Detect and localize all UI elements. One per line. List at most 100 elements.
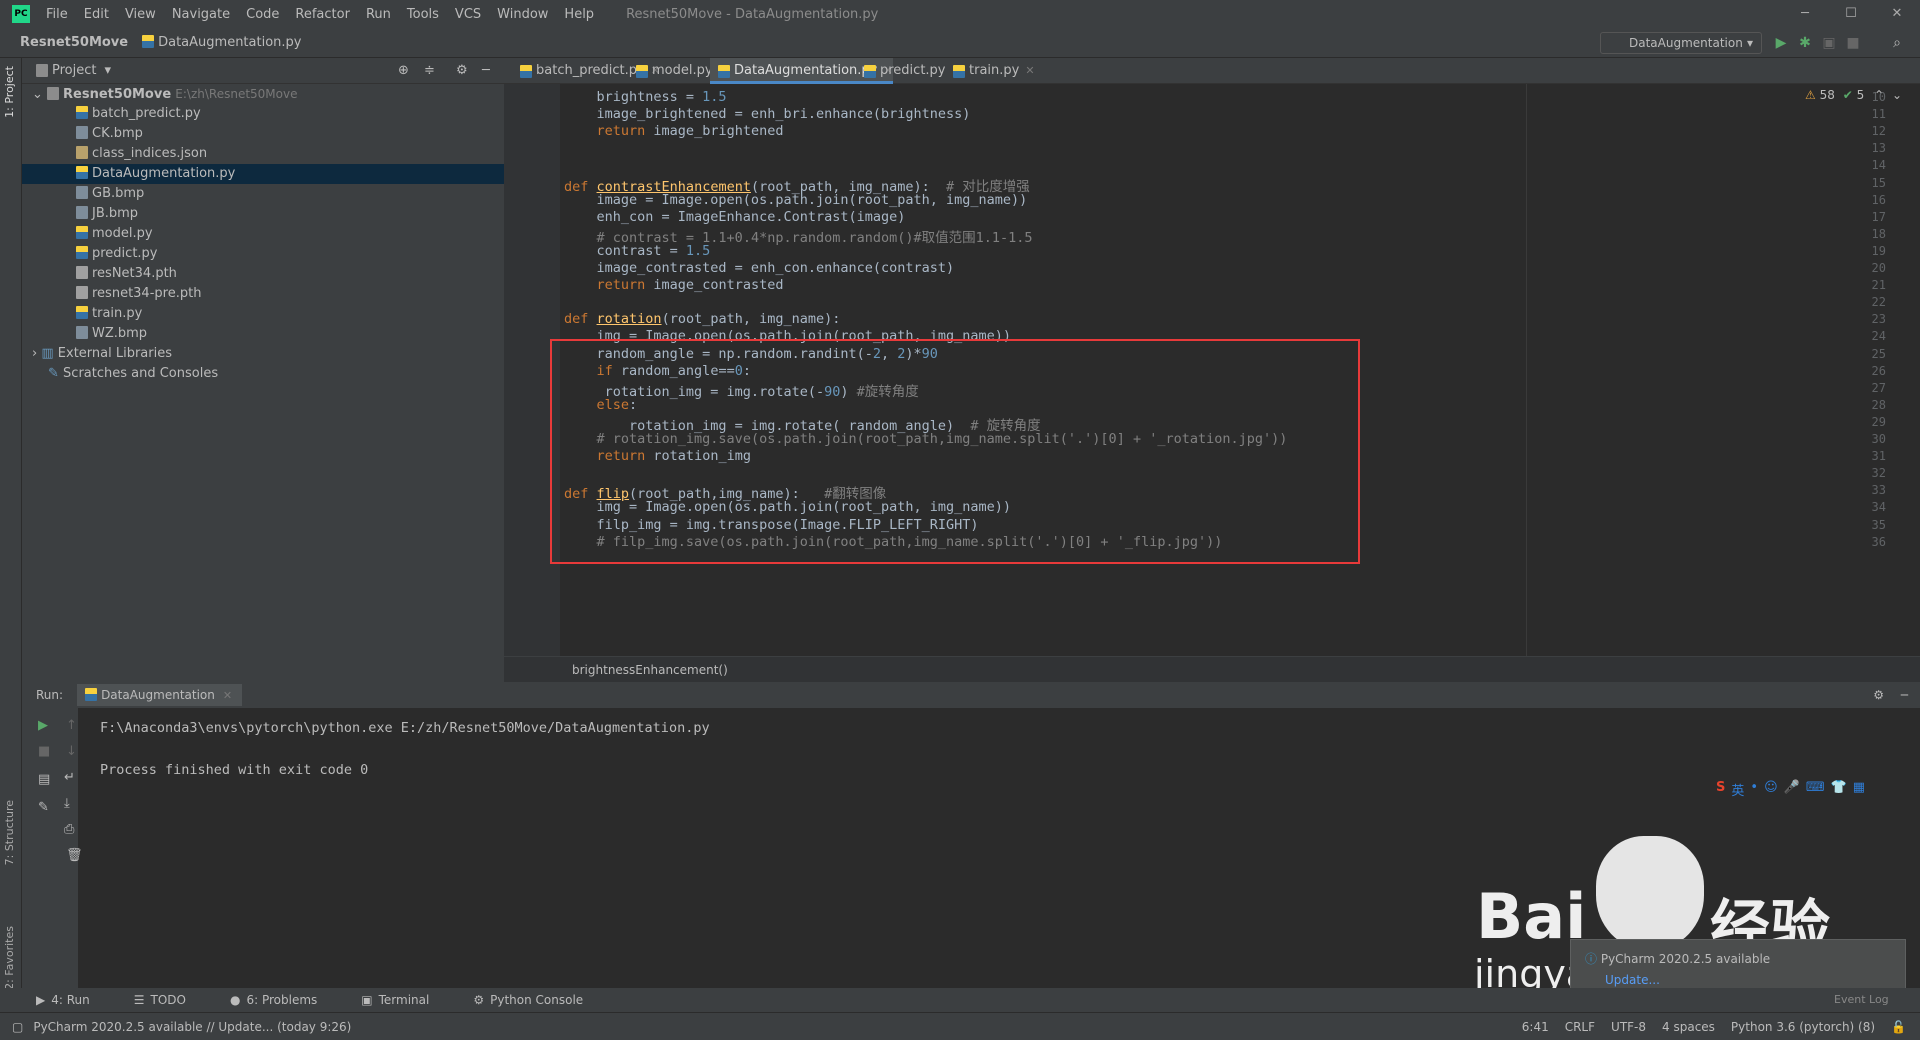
breadcrumb-file[interactable]: DataAugmentation.py (128, 35, 301, 50)
project-panel: Project ▾ ⊕ ≑ ⚙ ─ ⌄ Resnet50Move E:\zh\R… (22, 58, 504, 682)
file-name: batch_predict.py (92, 106, 201, 121)
structure-tool-tab[interactable]: 7: Structure (3, 800, 16, 865)
tree-file[interactable]: CK.bmp (22, 124, 504, 144)
tree-external-libraries[interactable]: › ▥ External Libraries (22, 344, 504, 364)
tree-file[interactable]: batch_predict.py (22, 104, 504, 124)
status-bar: ▢ PyCharm 2020.2.5 available // Update..… (0, 1012, 1920, 1040)
output-line: Process finished with exit code 0 (100, 762, 369, 778)
menu-item-file[interactable]: File (38, 7, 76, 22)
code-line: return image_brightened (596, 123, 784, 140)
menu-item-vcs[interactable]: VCS (447, 7, 489, 22)
locate-icon[interactable]: ⊕ (398, 63, 409, 78)
chevron-down-icon[interactable]: ▾ (104, 63, 111, 78)
inspection-widget[interactable]: ⚠ 58 ✔ 5 ⌃ ⌄ (1805, 88, 1902, 102)
search-icon[interactable]: ⌕ (1888, 34, 1906, 52)
tree-file[interactable]: WZ.bmp (22, 324, 504, 344)
breadcrumb-project[interactable]: Resnet50Move (0, 35, 128, 50)
bmp-file-icon (76, 326, 88, 339)
tree-file[interactable]: train.py (22, 304, 504, 324)
event-log-button[interactable]: Event Log (1834, 993, 1889, 1006)
close-icon[interactable]: ✕ (223, 689, 232, 702)
stop-icon[interactable]: ■ (1844, 34, 1862, 52)
rerun-icon[interactable]: ▶ (38, 718, 48, 733)
right-margin-guide (1526, 84, 1527, 656)
file-encoding[interactable]: UTF-8 (1611, 1020, 1646, 1034)
menu-item-code[interactable]: Code (238, 7, 287, 22)
menu-item-view[interactable]: View (117, 7, 164, 22)
menu-item-refactor[interactable]: Refactor (287, 7, 358, 22)
tree-file[interactable]: GB.bmp (22, 184, 504, 204)
hide-icon[interactable]: ─ (1901, 688, 1908, 702)
tree-root-path: E:\zh\Resnet50Move (175, 87, 298, 101)
bottom-tab-problems[interactable]: ● 6: Problems (230, 993, 339, 1007)
tree-file[interactable]: resNet34.pth (22, 264, 504, 284)
menu-item-run[interactable]: Run (358, 7, 399, 22)
soft-wrap-icon[interactable]: ↵ (64, 770, 75, 785)
tree-file[interactable]: DataAugmentation.py (22, 164, 504, 184)
coverage-icon[interactable]: ▣ (1820, 34, 1838, 52)
lock-icon[interactable]: 🔓 (1891, 1020, 1906, 1034)
scroll-to-end-icon[interactable]: ⤓ (64, 796, 70, 811)
tree-file[interactable]: predict.py (22, 244, 504, 264)
gear-icon[interactable]: ⚙ (456, 63, 468, 78)
chevron-down-icon[interactable]: ⌄ (32, 87, 43, 102)
pin-icon[interactable]: ✎ (38, 800, 49, 815)
chevron-right-icon[interactable]: › (32, 346, 37, 361)
collapse-all-icon[interactable]: ≑ (424, 63, 435, 78)
down-arrow-icon[interactable]: ↓ (66, 744, 77, 759)
tree-file[interactable]: class_indices.json (22, 144, 504, 164)
chevron-up-icon[interactable]: ⌃ (1874, 88, 1884, 102)
run-configuration-select[interactable]: DataAugmentation ▾ (1600, 32, 1762, 54)
chevron-down-icon[interactable]: ⌄ (1892, 88, 1902, 102)
caret-position[interactable]: 6:41 (1522, 1020, 1549, 1034)
file-name: resNet34.pth (92, 266, 177, 281)
status-toggle-icon[interactable]: ▢ (12, 1020, 23, 1034)
python-file-icon (636, 65, 648, 78)
update-link[interactable]: Update... (1605, 973, 1891, 987)
minimize-icon[interactable]: ─ (1782, 0, 1828, 28)
code-line: enh_con = ImageEnhance.Contrast(image) (564, 208, 906, 225)
pth-file-icon (76, 286, 88, 299)
maximize-icon[interactable]: ☐ (1828, 0, 1874, 28)
python-interpreter[interactable]: Python 3.6 (pytorch) (8) (1731, 1020, 1875, 1034)
bottom-tab-python-console[interactable]: ⚙ Python Console (473, 993, 605, 1007)
line-separator[interactable]: CRLF (1565, 1020, 1595, 1034)
status-message[interactable]: PyCharm 2020.2.5 available // Update... … (33, 1020, 351, 1034)
tree-file[interactable]: model.py (22, 224, 504, 244)
project-panel-title[interactable]: Project (52, 63, 96, 78)
print-icon[interactable]: ⎙ (64, 822, 74, 837)
indent-setting[interactable]: 4 spaces (1662, 1020, 1715, 1034)
tree-file[interactable]: resnet34-pre.pth (22, 284, 504, 304)
debug-icon[interactable]: ✱ (1796, 34, 1814, 52)
hide-icon[interactable]: ─ (482, 63, 490, 78)
close-icon[interactable]: ✕ (1874, 0, 1920, 28)
up-arrow-icon[interactable]: ↑ (66, 718, 77, 733)
bottom-tab-todo[interactable]: ☰ TODO (134, 993, 208, 1007)
menu-item-navigate[interactable]: Navigate (164, 7, 238, 22)
bmp-file-icon (76, 206, 88, 219)
stop-icon[interactable]: ■ (38, 744, 50, 759)
run-tab[interactable]: DataAugmentation ✕ (77, 684, 243, 706)
tab-train[interactable]: train.py ✕ (945, 58, 1035, 84)
bmp-file-icon (76, 186, 88, 199)
line-number: 11 (1871, 107, 1886, 122)
bottom-tab-label: TODO (150, 993, 186, 1007)
code-breadcrumb[interactable]: brightnessEnhancement() (504, 656, 1920, 682)
tree-root[interactable]: ⌄ Resnet50Move E:\zh\Resnet50Move (22, 84, 504, 104)
run-icon[interactable]: ▶ (1772, 34, 1790, 52)
menu-item-tools[interactable]: Tools (399, 7, 447, 22)
project-tool-tab[interactable]: 1: Project (3, 66, 16, 118)
bottom-tab-run[interactable]: ▶ 4: Run (36, 993, 112, 1007)
menu-item-help[interactable]: Help (556, 7, 602, 22)
tree-scratches[interactable]: ✎ Scratches and Consoles (22, 364, 504, 384)
bottom-tab-terminal[interactable]: ▣ Terminal (361, 993, 451, 1007)
menu-item-window[interactable]: Window (489, 7, 556, 22)
favorites-tool-tab[interactable]: 2: Favorites (3, 926, 16, 990)
gear-icon[interactable]: ⚙ (1873, 688, 1884, 702)
close-icon[interactable]: ✕ (1025, 64, 1034, 77)
trash-icon[interactable]: 🗑 (66, 848, 83, 863)
menu-item-edit[interactable]: Edit (76, 7, 117, 22)
ime-toolbar[interactable]: S 英 • ☺ 🎤 ⌨ 👕 ▦ (1716, 780, 1920, 802)
layout-icon[interactable]: ▤ (38, 772, 50, 787)
tree-file[interactable]: JB.bmp (22, 204, 504, 224)
